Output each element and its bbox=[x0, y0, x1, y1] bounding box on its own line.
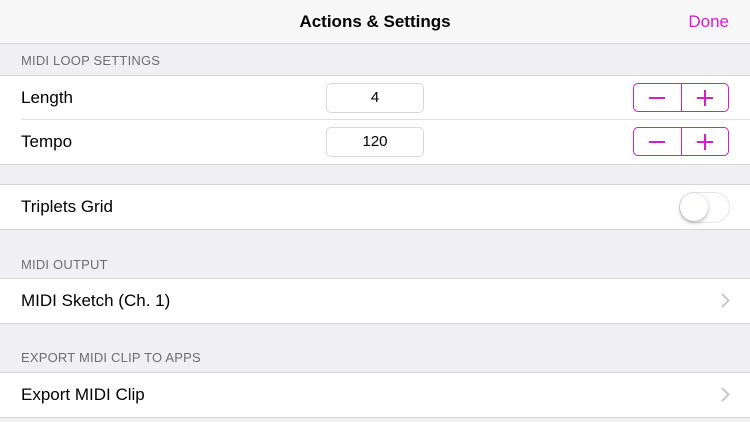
minus-icon bbox=[649, 96, 666, 99]
length-decrement-button[interactable] bbox=[634, 84, 681, 111]
midi-output-label: MIDI Sketch (Ch. 1) bbox=[21, 291, 171, 310]
plus-icon bbox=[696, 89, 713, 106]
midi-output-group: MIDI Sketch (Ch. 1) bbox=[0, 278, 750, 324]
midi-output-header: MIDI OUTPUT bbox=[21, 257, 108, 272]
length-row: Length 4 bbox=[0, 76, 750, 120]
minus-icon bbox=[649, 140, 666, 143]
midi-loop-settings-header: MIDI LOOP SETTINGS bbox=[21, 53, 161, 68]
plus-icon bbox=[696, 133, 713, 150]
length-field[interactable]: 4 bbox=[326, 83, 424, 113]
triplets-grid-label: Triplets Grid bbox=[21, 197, 113, 216]
triplets-group: Triplets Grid bbox=[0, 184, 750, 230]
triplets-row: Triplets Grid bbox=[0, 185, 750, 229]
done-button[interactable]: Done bbox=[688, 0, 729, 44]
length-label: Length bbox=[21, 88, 73, 107]
navigation-bar: Actions & Settings Done bbox=[0, 0, 750, 44]
midi-loop-settings-group: Length 4 Tempo 120 bbox=[0, 75, 750, 165]
page-title: Actions & Settings bbox=[299, 12, 451, 31]
chevron-right-icon bbox=[721, 293, 730, 308]
tempo-increment-button[interactable] bbox=[682, 128, 729, 155]
tempo-label: Tempo bbox=[21, 132, 73, 151]
tempo-field[interactable]: 120 bbox=[326, 127, 424, 157]
export-header: EXPORT MIDI CLIP TO APPS bbox=[21, 350, 201, 365]
export-group: Export MIDI Clip bbox=[0, 372, 750, 418]
triplets-grid-toggle[interactable] bbox=[679, 192, 730, 223]
export-row[interactable]: Export MIDI Clip bbox=[0, 373, 750, 417]
length-increment-button[interactable] bbox=[682, 84, 729, 111]
toggle-knob bbox=[680, 193, 708, 221]
midi-output-row[interactable]: MIDI Sketch (Ch. 1) bbox=[0, 279, 750, 323]
tempo-stepper bbox=[633, 127, 729, 156]
chevron-right-icon bbox=[721, 387, 730, 402]
tempo-row: Tempo 120 bbox=[0, 119, 750, 164]
export-midi-clip-label: Export MIDI Clip bbox=[21, 385, 145, 404]
length-stepper bbox=[633, 83, 729, 112]
tempo-decrement-button[interactable] bbox=[634, 128, 681, 155]
